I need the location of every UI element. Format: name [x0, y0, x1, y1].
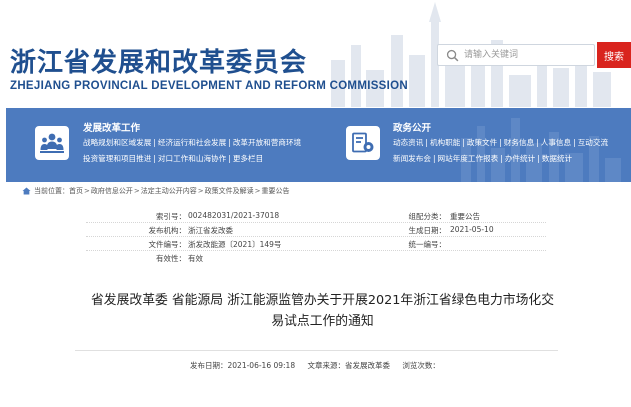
search-icon — [446, 49, 459, 62]
breadcrumb: 当前位置： 首页 > 政府信息公开 > 法定主动公开内容 > 政策文件及解读 >… — [22, 184, 631, 198]
nav-link-reform[interactable]: 改革开放和营商环境 — [233, 138, 301, 147]
main-nav: 发展改革工作 战略规划和区域发展 | 经济运行和社会发展 | 改革开放和营商环境 投资管… — [6, 108, 631, 182]
docno-label: 文件编号： — [148, 240, 187, 249]
nav-link-investment[interactable]: 投资管理和项目推进 — [83, 154, 151, 163]
nav-link-functions[interactable]: 机构职能 — [430, 138, 460, 147]
breadcrumb-gov-info[interactable]: 政府信息公开 — [91, 186, 133, 196]
breadcrumb-policy[interactable]: 政策文件及解读 — [205, 186, 254, 196]
views-label: 浏览次数： — [402, 361, 440, 370]
nav-link-more[interactable]: 更多栏目 — [233, 154, 263, 163]
meta-row-index: 索引号： 002482031/2021-37018 组配分类： 重要公告 — [86, 211, 546, 223]
nav-links-government: 动态资讯 | 机构职能 | 政策文件 | 财务信息 | 人事信息 | 互动交流 新闻发布会 | 网站年度… — [393, 138, 609, 163]
unified-no-label: 统一编号： — [408, 240, 447, 249]
publish-date-label: 发布日期： — [190, 361, 228, 370]
date-label: 生成日期： — [408, 226, 447, 235]
breadcrumb-statutory[interactable]: 法定主动公开内容 — [141, 186, 197, 196]
index-label: 索引号： — [156, 212, 186, 221]
meta-row-docno: 文件编号： 浙发改能源〔2021〕149号 统一编号： — [86, 239, 546, 251]
breadcrumb-prefix: 当前位置： — [34, 187, 69, 195]
category-value: 重要公告 — [450, 212, 480, 221]
date-value: 2021-05-10 — [450, 225, 494, 234]
validity-value: 有效 — [188, 254, 203, 263]
search-box — [437, 44, 595, 66]
article-source: 文章来源：省发展改革委 — [307, 361, 390, 370]
nav-title-government[interactable]: 政务公开 — [393, 120, 431, 134]
nav-links-development: 战略规划和区域发展 | 经济运行和社会发展 | 改革开放和营商环境 投资管理和项目推进 |… — [83, 138, 302, 163]
nav-title-development[interactable]: 发展改革工作 — [83, 120, 140, 134]
meta-row-validity: 有效性： 有效 — [86, 253, 546, 265]
search-button[interactable]: 搜索 — [597, 42, 631, 68]
home-icon — [22, 187, 31, 195]
nav-link-news[interactable]: 动态资讯 — [393, 138, 423, 147]
site-title: 浙江省发展和改革委员会 — [10, 48, 308, 78]
publish-date-value: 2021-06-16 09:18 — [227, 361, 296, 370]
source-value: 省发展改革委 — [344, 361, 390, 370]
government-icon-box — [346, 126, 380, 160]
category-label: 组配分类： — [408, 212, 447, 221]
breadcrumb-announcement[interactable]: 重要公告 — [262, 186, 290, 196]
docno-value: 浙发改能源〔2021〕149号 — [188, 240, 282, 249]
validity-label: 有效性： — [156, 254, 186, 263]
meta-row-org: 发布机构： 浙江省发改委 生成日期： 2021-05-10 — [86, 225, 546, 237]
article-title-line2: 易试点工作的通知 — [271, 314, 374, 329]
org-label: 发布机构： — [148, 226, 187, 235]
people-group-icon — [40, 133, 64, 153]
search-input[interactable] — [464, 47, 592, 63]
org-value: 浙江省发改委 — [188, 226, 233, 235]
nav-link-annual-report[interactable]: 网站年度工作报表 — [438, 154, 499, 163]
nav-link-strategy[interactable]: 战略规划和区域发展 — [83, 138, 151, 147]
nav-link-case-stats[interactable]: 办件统计 — [505, 154, 535, 163]
index-value: 002482031/2021-37018 — [188, 211, 280, 220]
site-subtitle: ZHEJIANG PROVINCIAL DEVELOPMENT AND REFO… — [10, 80, 408, 92]
development-icon-box — [35, 126, 69, 160]
article-title-line1: 省发展改革委 省能源局 浙江能源监管办关于开展2021年浙江省绿色电力市场化交 — [91, 293, 554, 308]
nav-link-policy[interactable]: 政策文件 — [467, 138, 497, 147]
article-title: 省发展改革委 省能源局 浙江能源监管办关于开展2021年浙江省绿色电力市场化交 … — [75, 290, 570, 332]
document-meta-table: 索引号： 002482031/2021-37018 组配分类： 重要公告 发布机… — [86, 211, 546, 267]
source-label: 文章来源： — [307, 361, 345, 370]
nav-link-economy[interactable]: 经济运行和社会发展 — [158, 138, 226, 147]
nav-link-personnel[interactable]: 人事信息 — [541, 138, 571, 147]
nav-link-data-stats[interactable]: 数据统计 — [542, 154, 572, 163]
publish-info: 发布日期：2021-06-16 09:18 文章来源：省发展改革委 浏览次数： — [190, 360, 450, 371]
gear-document-icon — [352, 132, 374, 153]
divider — [75, 350, 558, 351]
breadcrumb-home[interactable]: 首页 — [69, 186, 83, 196]
publish-date: 发布日期：2021-06-16 09:18 — [190, 361, 295, 370]
nav-link-finance[interactable]: 财务信息 — [504, 138, 534, 147]
nav-link-press[interactable]: 新闻发布会 — [393, 154, 431, 163]
nav-link-interaction[interactable]: 互动交流 — [578, 138, 608, 147]
view-count: 浏览次数： — [402, 361, 440, 370]
site-header: 浙江省发展和改革委员会 ZHEJIANG PROVINCIAL DEVELOPM… — [0, 0, 631, 107]
nav-link-cooperation[interactable]: 对口工作和山海协作 — [158, 154, 226, 163]
